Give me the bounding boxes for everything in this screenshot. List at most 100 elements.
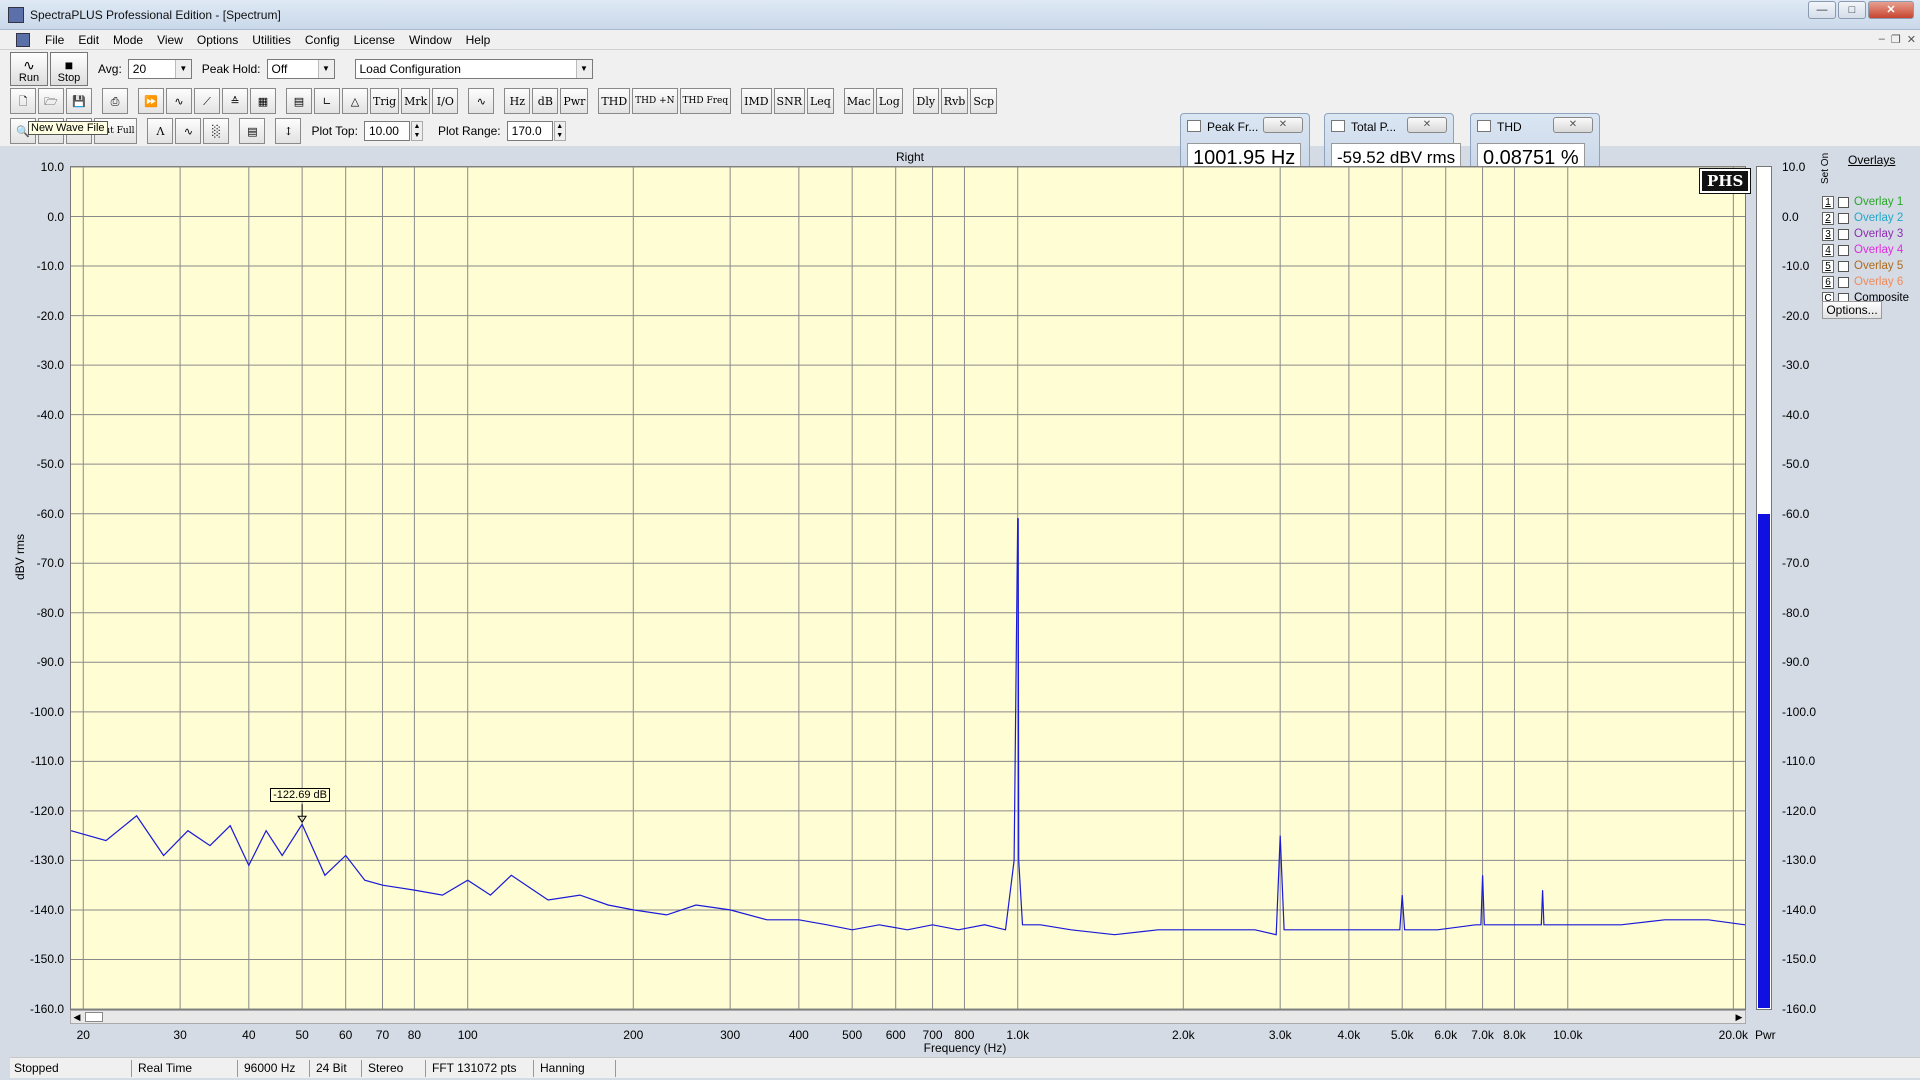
overlays-heading: Overlays <box>1848 153 1896 167</box>
x-tick-label: 500 <box>842 1028 863 1042</box>
overlay-label: Overlay 2 <box>1854 212 1904 224</box>
overlay-set-button[interactable]: 5 <box>1822 259 1834 273</box>
overlay-set-button[interactable]: 3 <box>1822 227 1834 241</box>
x-tick-label: 400 <box>788 1028 809 1042</box>
status-bit-depth: 24 Bit <box>312 1060 362 1077</box>
x-tick-label: 4.0k <box>1337 1028 1361 1042</box>
y-tick-label: -30.0 <box>36 358 64 373</box>
y-tick-label: -60.0 <box>36 506 64 521</box>
x-tick-label: 7.0k <box>1471 1028 1494 1042</box>
y-tick-label: -140.0 <box>29 902 64 917</box>
grid <box>71 166 1745 1010</box>
y-tick-label: 10.0 <box>40 160 64 174</box>
spectrum-chart <box>70 166 1746 1010</box>
x-tick-label: 3.0k <box>1268 1028 1292 1042</box>
x-tick-label: 70 <box>375 1028 390 1042</box>
overlay-label: Overlay 3 <box>1854 228 1904 240</box>
meter-tick-label: -100.0 <box>1782 704 1817 719</box>
meter-tick-label: -150.0 <box>1782 952 1817 967</box>
x-tick-label: 300 <box>720 1028 741 1042</box>
meter-tick-label: -110.0 <box>1782 754 1816 769</box>
x-tick-label: 5.0k <box>1390 1028 1414 1042</box>
meter-tick-label: -50.0 <box>1782 457 1810 472</box>
x-tick-label: 20.0k <box>1718 1028 1749 1042</box>
meter-tick-label: 0.0 <box>1782 209 1799 224</box>
meter-tick-label: -40.0 <box>1782 407 1810 422</box>
meter-tick-label: -60.0 <box>1782 506 1810 521</box>
overlay-options-button[interactable]: Options... <box>1822 301 1882 319</box>
x-tick-label: 60 <box>338 1028 353 1042</box>
status-run-state: Stopped <box>10 1060 132 1077</box>
scroll-left-icon[interactable]: ◀ <box>71 1011 83 1023</box>
y-tick-label: -120.0 <box>29 803 64 818</box>
overlay-row: 2 Overlay 2 <box>1822 210 1903 226</box>
y-tick-label: -150.0 <box>29 952 64 967</box>
overlay-set-button[interactable]: 2 <box>1822 211 1834 225</box>
overlay-row: 3 Overlay 3 <box>1822 226 1903 242</box>
overlay-on-checkbox[interactable] <box>1838 212 1849 224</box>
overlay-label: Overlay 5 <box>1854 260 1904 272</box>
y-tick-label: -130.0 <box>29 853 64 868</box>
overlay-on-checkbox[interactable] <box>1838 260 1849 272</box>
x-tick-label: 40 <box>242 1028 256 1042</box>
y-tick-label: -40.0 <box>36 407 64 422</box>
meter-tick-label: -30.0 <box>1782 358 1810 373</box>
x-tick-label: 50 <box>295 1028 309 1042</box>
x-tick-label: 200 <box>623 1028 644 1042</box>
phs-logo: PHS <box>1698 168 1752 194</box>
overlay-on-checkbox[interactable] <box>1838 228 1849 240</box>
y-tick-label: -50.0 <box>36 457 64 472</box>
x-tick-label: 80 <box>407 1028 422 1042</box>
series-group <box>70 518 1746 936</box>
meter-tick-label: -90.0 <box>1782 655 1810 670</box>
meter-label: Pwr <box>1755 1028 1776 1042</box>
overlay-label: Overlay 6 <box>1854 276 1904 288</box>
y-tick-label: -160.0 <box>29 1002 64 1016</box>
x-axis-label: Frequency (Hz) <box>923 1041 1007 1055</box>
overlay-on-checkbox[interactable] <box>1838 196 1849 208</box>
y-tick-label: -70.0 <box>36 556 64 571</box>
meter-tick-label: -140.0 <box>1782 902 1817 917</box>
x-tick-label: 8.0k <box>1503 1028 1526 1042</box>
meter-tick-label: -120.0 <box>1782 803 1817 818</box>
y-tick-label: -100.0 <box>29 704 64 719</box>
overlay-label: Overlay 1 <box>1854 196 1904 208</box>
x-tick-label: 600 <box>885 1028 906 1042</box>
level-meter-fill <box>1758 513 1770 1008</box>
overlay-set-button[interactable]: 4 <box>1822 243 1834 257</box>
meter-tick-label: -70.0 <box>1782 556 1810 571</box>
level-meter <box>1756 166 1772 1010</box>
overlay-row: 6 Overlay 6 <box>1822 274 1903 290</box>
overlay-set-button[interactable]: 6 <box>1822 275 1834 289</box>
overlay-row: 1 Overlay 1 <box>1822 194 1903 210</box>
y-tick-label: -80.0 <box>36 605 64 620</box>
y-tick-label: 0.0 <box>47 209 64 224</box>
status-channels: Stereo <box>364 1060 426 1077</box>
overlay-on-checkbox[interactable] <box>1838 276 1849 288</box>
status-mode: Real Time <box>134 1060 238 1077</box>
status-sample-rate: 96000 Hz <box>240 1060 310 1077</box>
overlay-label: Overlay 4 <box>1854 244 1904 256</box>
y-tick-label: -110.0 <box>30 754 64 769</box>
overlay-on-checkbox[interactable] <box>1838 244 1849 256</box>
tooltip: New Wave File <box>28 121 108 135</box>
x-tick-label: 2.0k <box>1171 1028 1195 1042</box>
overlay-row: 5 Overlay 5 <box>1822 258 1903 274</box>
status-fft-size: FFT 131072 pts <box>428 1060 534 1077</box>
meter-tick-label: -130.0 <box>1782 853 1817 868</box>
overlay-set-button[interactable]: 1 <box>1822 195 1834 209</box>
x-tick-label: 10.0k <box>1553 1028 1583 1042</box>
status-bar: Stopped Real Time 96000 Hz 24 Bit Stereo… <box>10 1057 1920 1078</box>
horizontal-scrollbar[interactable]: ◀ ▶ <box>70 1010 1746 1024</box>
x-tick-label: 20 <box>76 1028 90 1042</box>
marker-value-label: -122.69 dB <box>270 788 330 803</box>
x-tick-label: 700 <box>922 1028 943 1042</box>
y-tick-label: -90.0 <box>36 655 64 670</box>
x-tick-label: 100 <box>457 1028 478 1042</box>
set-on-label: Set On <box>1820 152 1831 184</box>
scroll-right-icon[interactable]: ▶ <box>1733 1011 1745 1023</box>
meter-tick-label: -80.0 <box>1782 605 1810 620</box>
x-tick-label: 800 <box>954 1028 975 1042</box>
scroll-thumb[interactable] <box>85 1012 103 1022</box>
y-tick-label: -20.0 <box>36 308 64 323</box>
